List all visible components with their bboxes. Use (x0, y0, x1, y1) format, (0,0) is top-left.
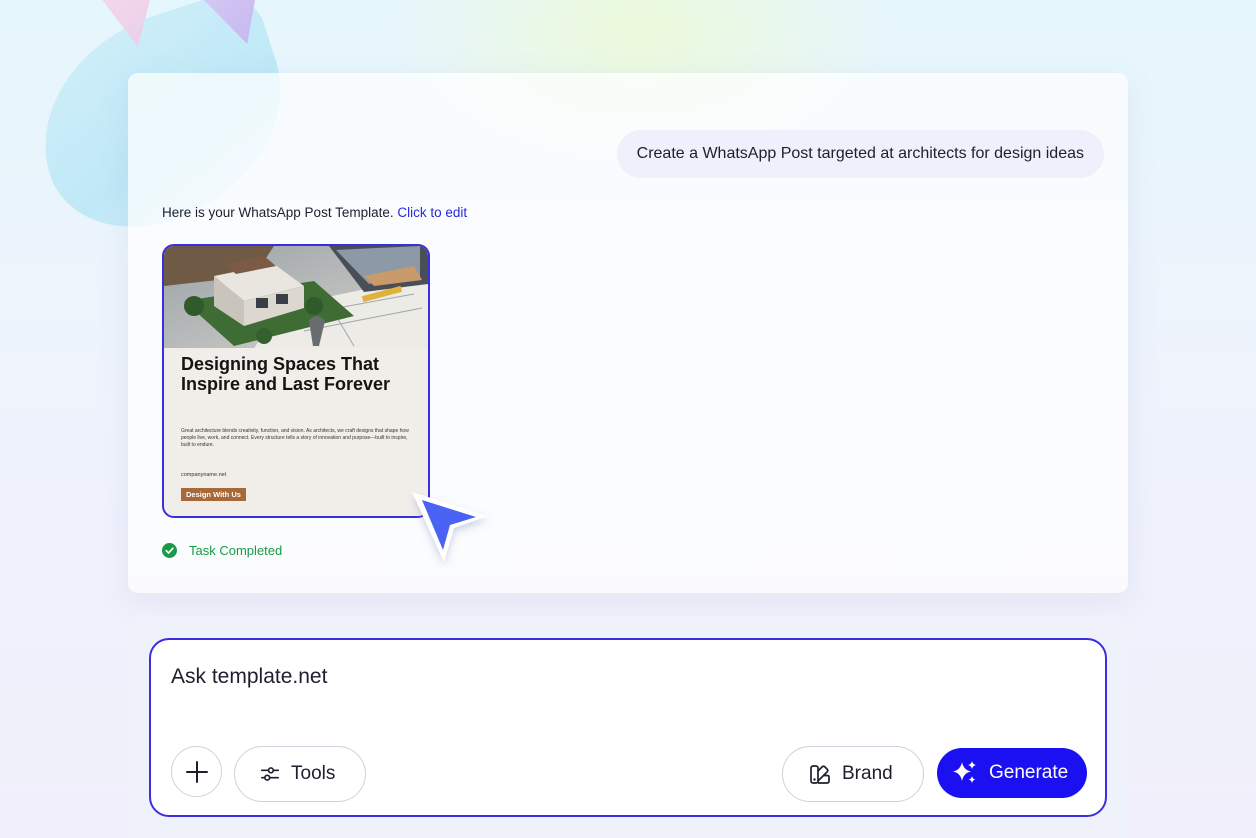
assistant-reply: Here is your WhatsApp Post Template. Cli… (162, 205, 467, 220)
brand-button[interactable]: Brand (782, 746, 924, 802)
check-circle-icon (162, 543, 177, 558)
reply-text: Here is your WhatsApp Post Template. (162, 205, 394, 220)
template-preview-card[interactable]: Designing Spaces That Inspire and Last F… (162, 244, 430, 518)
click-to-edit-link[interactable]: Click to edit (397, 205, 467, 220)
brand-label: Brand (842, 763, 893, 784)
template-cta-badge: Design With Us (181, 488, 246, 501)
user-message-bubble: Create a WhatsApp Post targeted at archi… (616, 130, 1104, 178)
tools-button[interactable]: Tools (234, 746, 366, 802)
generate-button[interactable]: Generate (937, 748, 1087, 798)
template-website: companyname.net (181, 472, 227, 478)
generate-label: Generate (989, 762, 1069, 783)
prompt-composer: Tools Brand Generate (149, 638, 1107, 817)
task-status-label: Task Completed (189, 543, 283, 558)
sliders-icon (260, 767, 280, 781)
template-heading: Designing Spaces That Inspire and Last F… (181, 354, 391, 394)
chat-panel: Create a WhatsApp Post targeted at archi… (128, 73, 1128, 593)
add-attachment-button[interactable] (171, 746, 222, 797)
architecture-photo (164, 246, 428, 348)
palette-icon (810, 765, 830, 784)
prompt-input[interactable] (171, 662, 1071, 692)
tools-label: Tools (291, 763, 336, 784)
sparkles-icon (953, 761, 976, 783)
pointer-arrow-icon (412, 492, 488, 562)
plus-icon (185, 760, 208, 783)
template-body-text: Great architecture blends creativity, fu… (181, 428, 409, 448)
composer-panel: Tools Brand Generate (128, 617, 1128, 838)
task-status: Task Completed (162, 543, 282, 558)
